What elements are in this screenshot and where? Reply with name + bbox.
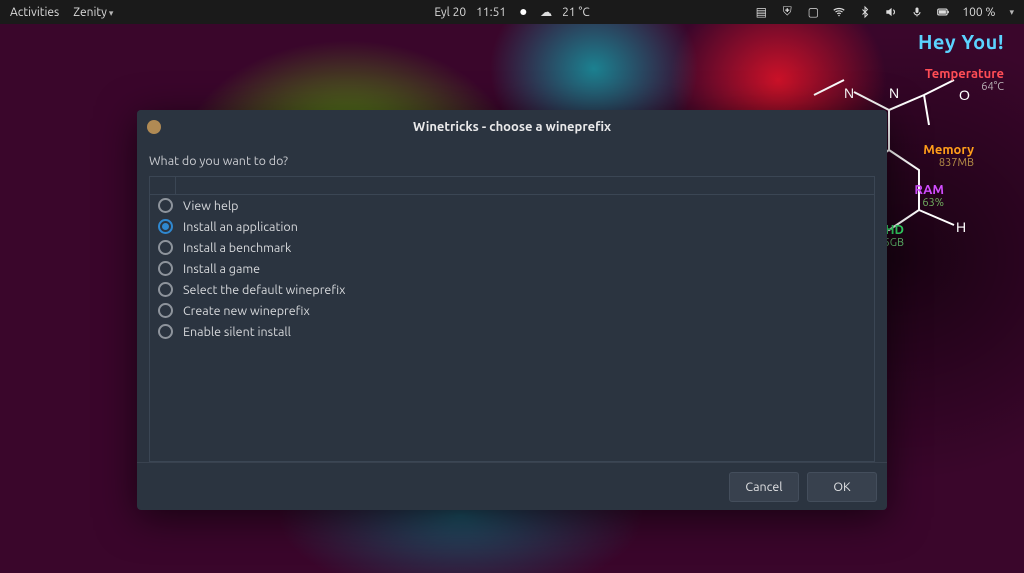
radio-icon[interactable] [158, 282, 173, 297]
activities-button[interactable]: Activities [10, 6, 59, 19]
window-control-icon[interactable] [147, 120, 161, 134]
option-label: Enable silent install [183, 325, 291, 339]
shield-icon[interactable]: ⛨ [780, 5, 794, 19]
dot-icon [520, 9, 526, 15]
options-list: View help Install an application Install a… [149, 176, 875, 462]
ok-button[interactable]: OK [807, 472, 877, 502]
option-label: Install a benchmark [183, 241, 291, 255]
monitor-greeting: Hey You! [884, 30, 1004, 53]
option-label: Select the default wineprefix [183, 283, 345, 297]
radio-icon[interactable] [158, 219, 173, 234]
option-enable-silent-install[interactable]: Enable silent install [150, 321, 874, 342]
temperature-label: Temperature [884, 67, 1004, 81]
battery-icon[interactable] [936, 5, 950, 19]
chevron-down-icon: ▾ [109, 8, 114, 18]
radio-icon[interactable] [158, 198, 173, 213]
screen-icon[interactable]: ▢ [806, 5, 820, 19]
dialog-prompt: What do you want to do? [149, 154, 875, 168]
option-install-an-application[interactable]: Install an application [150, 216, 874, 237]
chevron-down-icon: ▾ [1009, 7, 1014, 18]
dialog-footer: Cancel OK [137, 462, 887, 510]
option-view-help[interactable]: View help [150, 195, 874, 216]
option-label: Install a game [183, 262, 260, 276]
wifi-icon[interactable] [832, 5, 846, 19]
svg-text:N: N [844, 85, 854, 101]
option-label: View help [183, 199, 238, 213]
temperature-value: 64°C [884, 81, 1004, 93]
option-label: Install an application [183, 220, 298, 234]
option-label: Create new wineprefix [183, 304, 310, 318]
radio-icon[interactable] [158, 240, 173, 255]
clock-date[interactable]: Eyl 20 [434, 6, 466, 19]
weather-icon: ☁ [540, 5, 552, 19]
options-header [150, 177, 874, 195]
indicator-icon[interactable]: ▤ [754, 5, 768, 19]
option-select-the-default-wineprefix[interactable]: Select the default wineprefix [150, 279, 874, 300]
ram-value: 63% [884, 197, 944, 209]
memory-value: 837MB [884, 157, 974, 169]
bluetooth-icon[interactable] [858, 5, 872, 19]
memory-label: Memory [884, 143, 974, 157]
radio-icon[interactable] [158, 303, 173, 318]
dialog-title: Winetricks - choose a wineprefix [413, 120, 611, 134]
radio-icon[interactable] [158, 261, 173, 276]
dialog-titlebar[interactable]: Winetricks - choose a wineprefix [137, 110, 887, 144]
clock-time[interactable]: 11:51 [476, 6, 506, 19]
volume-icon[interactable] [884, 5, 898, 19]
ram-label: RAM [884, 183, 944, 197]
app-menu[interactable]: Zenity▾ [73, 6, 113, 19]
radio-icon[interactable] [158, 324, 173, 339]
winetricks-dialog: Winetricks - choose a wineprefix What do… [137, 110, 887, 510]
cancel-button[interactable]: Cancel [729, 472, 799, 502]
system-monitor-widget: Hey You! Temperature 64°C Memory 837MB R… [884, 30, 1004, 249]
option-install-a-game[interactable]: Install a game [150, 258, 874, 279]
option-create-new-wineprefix[interactable]: Create new wineprefix [150, 300, 874, 321]
option-install-a-benchmark[interactable]: Install a benchmark [150, 237, 874, 258]
mic-icon[interactable] [910, 5, 924, 19]
weather-temp[interactable]: 21 °C [562, 6, 590, 19]
top-bar: Activities Zenity▾ Eyl 20 11:51 ☁ 21 °C … [0, 0, 1024, 24]
battery-percent[interactable]: 100 % [962, 6, 995, 19]
